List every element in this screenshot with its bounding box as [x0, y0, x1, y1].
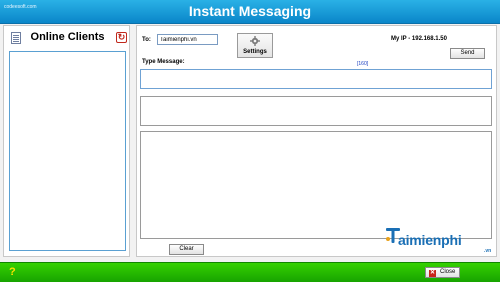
to-input[interactable]: [157, 34, 218, 45]
online-clients-list[interactable]: [9, 51, 126, 251]
settings-button[interactable]: Settings: [237, 33, 273, 58]
watermark-tld: .vn: [484, 248, 492, 254]
title-bar: codeesoft.com Instant Messaging: [0, 0, 500, 24]
settings-label: Settings: [243, 49, 267, 55]
watermark-name: aimienphi: [398, 232, 462, 248]
char-counter: [160]: [357, 61, 369, 67]
chat-log[interactable]: [140, 96, 492, 126]
clear-button[interactable]: Clear: [169, 244, 204, 255]
to-label: To:: [142, 37, 151, 43]
online-clients-panel: Online Clients ↻: [3, 25, 130, 257]
online-clients-title: Online Clients: [30, 31, 105, 43]
app-title: Instant Messaging: [188, 3, 312, 19]
gear-icon: [250, 36, 260, 46]
refresh-icon[interactable]: ↻: [116, 32, 127, 43]
send-button[interactable]: Send: [450, 48, 485, 59]
help-icon[interactable]: ?: [9, 266, 16, 278]
message-panel: To: Settings My IP - 192.168.1.50 Send T…: [136, 25, 497, 257]
close-label: Close: [440, 269, 456, 275]
my-ip-label: My IP - 192.168.1.50: [391, 36, 447, 42]
footer-bar: ? ✕ Close: [0, 262, 500, 282]
type-message-label: Type Message:: [142, 59, 185, 65]
close-button[interactable]: ✕ Close: [425, 267, 460, 278]
close-icon: ✕: [429, 270, 436, 277]
message-history[interactable]: [140, 131, 492, 239]
message-input[interactable]: [140, 69, 492, 89]
